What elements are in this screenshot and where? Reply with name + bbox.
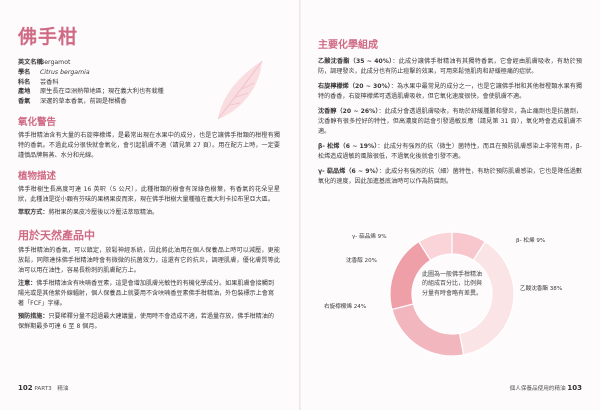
warning-title: 氧化警告: [18, 116, 57, 128]
chem-term: 乙酸沈香酯（35 ~ 40%）: [318, 58, 393, 65]
info-row: 英文名稱 Bergamot: [18, 58, 280, 68]
info-row: 科名 芸香科: [18, 78, 280, 88]
info-key: 產地: [18, 88, 31, 96]
footer-left: 102 PART3 精油: [18, 384, 68, 392]
info-value: 芸香科: [39, 78, 59, 86]
note-text: 佛手柑精油含有呋喃香豆素，這是會增加肌膚光敏性的有機化學成分。如果肌膚會接觸到陽…: [18, 279, 274, 307]
uses-title: 用於天然產品中: [18, 228, 95, 242]
info-list: 英文名稱 Bergamot 學名 Citrus bergamia 科名 芸香科 …: [18, 58, 280, 107]
chemistry-title: 主要化學組成: [318, 40, 378, 51]
info-row: 產地 原生長在亞洲熱帶地區；現在義大利也有栽種: [18, 87, 280, 97]
page-number-left: 102: [18, 384, 33, 392]
warning-text: 佛手柑精油含有大量的右旋檸檬烯，是最常出現在水果中的成分，也是它讓佛手柑類的柑橙…: [18, 131, 280, 159]
composition-chart: 此圖為一般佛手柑精油的組成百分比，比例與分量有時會略有差異。 乙酸沈香酯 38%…: [318, 218, 582, 368]
extraction-method: 萃取方式：將柑果的果皮冷壓後以冷壓法萃取精油。: [18, 208, 280, 218]
chem-term: γ- 萜品烯（6 ~ 9%）: [318, 168, 379, 175]
chem-item: 沈香醇（20 ~ 26%）：此成分會透過肌膚吸收，有助於舒緩腫脹和發炎，為止痛劑…: [318, 108, 582, 135]
chem-item: γ- 萜品烯（6 ~ 9%）：此成分有強烈的抗（細）菌特性，有助於預防肌膚感染，…: [318, 168, 583, 185]
chem-item: 乙酸沈香酯（35 ~ 40%）：此成分讓佛手柑精油有其獨特香氣，它會經由肌膚吸收…: [318, 58, 583, 75]
chem-item: β- 松烯（6 ~ 19%）：此成分有強烈的抗（微生）菌特性，而且在預防肌膚感染…: [318, 143, 583, 160]
slice-label: 沈香醇 20%: [346, 258, 377, 264]
chem-term: 沈香醇（20 ~ 26%）: [318, 108, 379, 115]
info-value: Bergamot: [39, 59, 71, 66]
footer-part: PART3 精油: [34, 386, 69, 392]
chart-center-text: 此圖為一般佛手柑精油的組成百分比，比例與分量有時會略有差異。: [422, 271, 483, 297]
slice-label: 右旋檸檬烯 24%: [324, 304, 367, 310]
info-key: 科名: [18, 78, 31, 86]
info-key: 學名: [18, 68, 31, 76]
info-value: 深邃的草本香氣，前調是柑橘香: [39, 98, 127, 106]
page-gutter: [299, 0, 301, 410]
slice-label: β- 松烯 9%: [516, 238, 546, 244]
botany-title: 植物描述: [18, 170, 57, 182]
extraction-text: 將柑果的果皮冷壓後以冷壓法萃取精油。: [48, 208, 159, 216]
precaution-text: 只要稀釋分量不超過最大建議量，使用時不會造成不適，若過量存放，佛手柑精油的保鮮期…: [18, 312, 274, 330]
page-number-right: 103: [567, 384, 582, 392]
pie-slice: [391, 303, 465, 357]
botany-text: 佛手柑樹生長高度可達 16 英呎（5 公尺），此種柑類的樹會有深綠色樹葉，有香氣…: [18, 185, 280, 203]
left-column: 佛手柑 英文名稱 Bergamot 學名 Citrus bergamia 科名 …: [18, 22, 280, 335]
info-key: 香氣: [18, 98, 31, 106]
info-row: 學名 Citrus bergamia: [18, 68, 280, 78]
uses-note: 注意：佛手柑精油含有呋喃香豆素，這是會增加肌膚光敏性的有機化學成分。如果肌膚會接…: [18, 279, 280, 309]
chem-item: 右旋檸檬烯（20 ~ 30%）：為水果中最常見的成分之一，也是它讓佛手柑和其他柑…: [318, 83, 583, 100]
info-value: 原生長在亞洲熱帶地區；現在義大利也有栽種: [39, 88, 164, 96]
pie-slice: [458, 240, 515, 356]
slice-label: γ- 萜品烯 9%: [352, 234, 387, 240]
precaution-label: 預防措施：: [18, 312, 49, 320]
info-row: 香氣 深邃的草本香氣，前調是柑橘香: [18, 97, 280, 107]
chem-term: β- 松烯（6 ~ 19%）: [318, 143, 378, 150]
uses-intro: 佛手柑精油的香氣，可以鎮定，放鬆神經系統，因此將此油用在個人保養品上時可以減壓，…: [18, 246, 280, 274]
slice-label: 乙酸沈香酯 38%: [520, 286, 563, 292]
footer-chapter: 個人保養品使用的精油: [509, 386, 566, 392]
right-column: 主要化學組成 乙酸沈香酯（35 ~ 40%）：此成分讓佛手柑精油有其獨特香氣，它…: [318, 36, 582, 192]
footer-right: 個人保養品使用的精油 103: [510, 384, 582, 392]
info-value: Citrus bergamia: [39, 68, 90, 76]
info-key: 英文名稱: [18, 59, 43, 66]
note-label: 注意：: [18, 279, 37, 287]
chem-term: 右旋檸檬烯（20 ~ 30%）: [318, 83, 391, 90]
page-title: 佛手柑: [18, 26, 79, 48]
extraction-label: 萃取方式：: [18, 208, 49, 216]
precaution-note: 預防措施：只要稀釋分量不超過最大建議量，使用時不會造成不適，若過量存放，佛手柑精…: [18, 312, 280, 332]
book-spread: 佛手柑 英文名稱 Bergamot 學名 Citrus bergamia 科名 …: [0, 0, 600, 410]
